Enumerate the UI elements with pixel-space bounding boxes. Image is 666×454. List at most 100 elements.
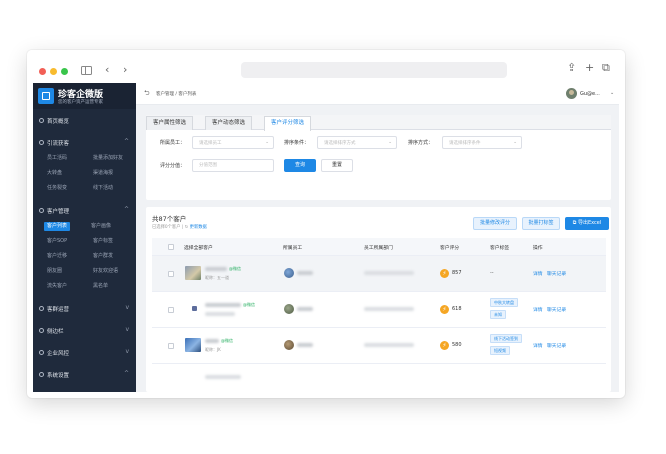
redacted-department (364, 307, 414, 311)
sidebar-item-customers[interactable]: 客户管理 ^ (33, 204, 136, 218)
chevron-down-icon: v (125, 326, 129, 333)
chat-history-link[interactable]: 聊天记录 (547, 270, 566, 277)
customer-tag: 短视频 (490, 346, 510, 355)
table-row[interactable] (152, 364, 606, 392)
query-button[interactable]: 查询 (284, 159, 316, 172)
batch-score-button[interactable]: 批量修改评分 (473, 217, 517, 230)
app-area: 珍客企微版 您的客户资产运营专家 首页概览 引流获客 ^ 员工活码 批量添加好友… (33, 83, 619, 392)
score-range-input[interactable] (192, 159, 274, 172)
sidebar-subitem[interactable]: 大转盘 (47, 169, 62, 178)
sidebar-subitem[interactable]: 客户SOP (47, 237, 67, 246)
sidebar-item-risk[interactable]: 企业风控 v (33, 346, 136, 360)
redacted-name (205, 267, 227, 271)
staff-avatar (284, 304, 294, 314)
refresh-link[interactable]: 更新数据 (190, 225, 207, 230)
sort-condition-select[interactable]: 请选择排序方式 ⌄ (317, 136, 397, 149)
row-checkbox[interactable] (168, 307, 174, 313)
column-header: 所属员工 (283, 246, 303, 251)
chevron-up-icon: ^ (123, 206, 129, 213)
forward-arrow-icon[interactable]: › (123, 64, 127, 75)
browser-toolbar: ‹ › ⇪ + ⧉ (27, 50, 625, 83)
sidebar-item-groups[interactable]: 客群运营 v (33, 302, 136, 316)
score-value: 857 (452, 270, 462, 276)
share-icon[interactable]: ⇪ (567, 62, 576, 73)
table-row[interactable]: @微信 昵称：JK ⚡ 580 线下活动签到 短视频 详情 聊天记录 (152, 328, 606, 364)
export-excel-button[interactable]: ⧉ 导出Excel (565, 217, 609, 230)
detail-link[interactable]: 详情 (533, 270, 543, 277)
table-row[interactable]: @微信 昵称：五一道 ⚡ 857 -- 详情 聊天记录 (152, 256, 606, 292)
gear-icon (39, 372, 44, 377)
customer-avatar (185, 266, 201, 280)
sidebar-subitem[interactable]: 客户标签 (93, 237, 113, 246)
staff-select[interactable]: 请选择员工 ⌄ (192, 136, 274, 149)
chevron-up-icon: ^ (123, 138, 129, 145)
address-bar[interactable] (241, 62, 507, 78)
empty-tag: -- (490, 270, 494, 276)
maximize-window-button[interactable] (61, 68, 68, 75)
chevron-down-icon[interactable]: ⌄ (610, 90, 614, 96)
sidebar-subitem[interactable]: 客户迁移 (47, 252, 67, 261)
redacted-staff (297, 307, 313, 311)
reset-button[interactable]: 重置 (321, 159, 353, 172)
sidebar-subitem[interactable]: 渠道海报 (93, 169, 113, 178)
main-content: ⮌ 客户管理 / 客户列表 Gu@e... ⌄ 客户属性筛选 客户动态筛选 客户… (136, 83, 619, 392)
chat-history-link[interactable]: 聊天记录 (547, 342, 566, 349)
chat-history-link[interactable]: 聊天记录 (547, 306, 566, 313)
detail-link[interactable]: 详情 (533, 306, 543, 313)
logo-icon (38, 88, 54, 104)
close-window-button[interactable] (39, 68, 46, 75)
batch-tag-button[interactable]: 批量打标签 (522, 217, 560, 230)
sidebar-subitem[interactable]: 员工活码 (47, 154, 67, 163)
redacted-name (205, 303, 241, 307)
tab-attribute-filter[interactable]: 客户属性筛选 (146, 116, 194, 130)
select-all-checkbox[interactable] (168, 244, 174, 250)
sidebar-subitem[interactable]: 批量添加好友 (93, 154, 123, 163)
app-subtitle: 您的客户资产运营专家 (58, 100, 103, 105)
chevron-down-icon: ⌄ (388, 140, 392, 145)
redacted-note (205, 312, 235, 316)
user-name[interactable]: Gu@e... (580, 91, 600, 97)
sidebar-item-overview[interactable]: 首页概览 (33, 114, 136, 128)
row-checkbox[interactable] (168, 271, 174, 277)
minimize-window-button[interactable] (50, 68, 57, 75)
detail-link[interactable]: 详情 (533, 342, 543, 349)
back-arrow-icon[interactable]: ‹ (105, 64, 109, 75)
score-icon: ⚡ (440, 341, 449, 350)
sidebar-subitem-active[interactable]: 客户列表 (44, 222, 71, 231)
staff-avatar (284, 268, 294, 278)
filter-panel: 客户属性筛选 客户动态筛选 客户评分筛选 所属员工： 请选择员工 ⌄ 排序条件：… (146, 115, 611, 200)
sidebar-subitem[interactable]: 黑名单 (93, 282, 108, 291)
sidebar-subitem[interactable]: 任务裂变 (47, 184, 67, 193)
sidebar-subitem[interactable]: 好友欢迎语 (93, 267, 118, 276)
users-icon (39, 208, 44, 213)
staff-label: 所属员工： (160, 140, 186, 146)
sidebar-subitem[interactable]: 线下活动 (93, 184, 113, 193)
row-checkbox[interactable] (168, 343, 174, 349)
new-tab-icon[interactable]: + (585, 62, 594, 73)
sidebar-subitem[interactable]: 客户群发 (93, 252, 113, 261)
customer-note: 昵称：五一道 (205, 275, 229, 280)
table-row[interactable]: @微信 ⚡ 618 中秋大转盘 未知 详情 聊天记录 (152, 292, 606, 328)
tab-score-filter[interactable]: 客户评分筛选 (264, 116, 312, 131)
chevron-down-icon: ⌄ (265, 140, 269, 145)
tab-dynamic-filter[interactable]: 客户动态筛选 (205, 116, 253, 130)
customer-tag: 线下活动签到 (490, 334, 522, 343)
chevron-down-icon: v (125, 348, 129, 355)
customer-count: 共87个客户 (152, 215, 187, 223)
sort-way-select[interactable]: 请选择排序条件 ⌄ (442, 136, 522, 149)
filter-tabs: 客户属性筛选 客户动态筛选 客户评分筛选 (146, 115, 611, 131)
home-icon (39, 118, 44, 123)
sidebar-subitem[interactable]: 客户画像 (91, 222, 111, 231)
sidebar-subitem[interactable]: 朋友圈 (47, 267, 62, 276)
tabs-overview-icon[interactable]: ⧉ (602, 62, 610, 73)
sidebar-subitem[interactable]: 流失客户 (47, 282, 67, 291)
sidebar-item-acquisition[interactable]: 引流获客 ^ (33, 136, 136, 150)
sidebar: 珍客企微版 您的客户资产运营专家 首页概览 引流获客 ^ 员工活码 批量添加好友… (33, 83, 136, 392)
sidebar-toggle-icon[interactable] (81, 66, 92, 75)
customer-table-panel: 共87个客户 已选择0个客户 | ↻ 更新数据 批量修改评分 批量打标签 ⧉ 导… (146, 207, 611, 392)
avatar[interactable] (566, 88, 577, 99)
back-icon[interactable]: ⮌ (144, 89, 150, 100)
sidebar-item-settings[interactable]: 系统设置 ^ (33, 368, 136, 382)
sidebar-item-sidebar-tools[interactable]: 侧边栏 v (33, 324, 136, 338)
score-label: 评分分值： (160, 163, 186, 169)
